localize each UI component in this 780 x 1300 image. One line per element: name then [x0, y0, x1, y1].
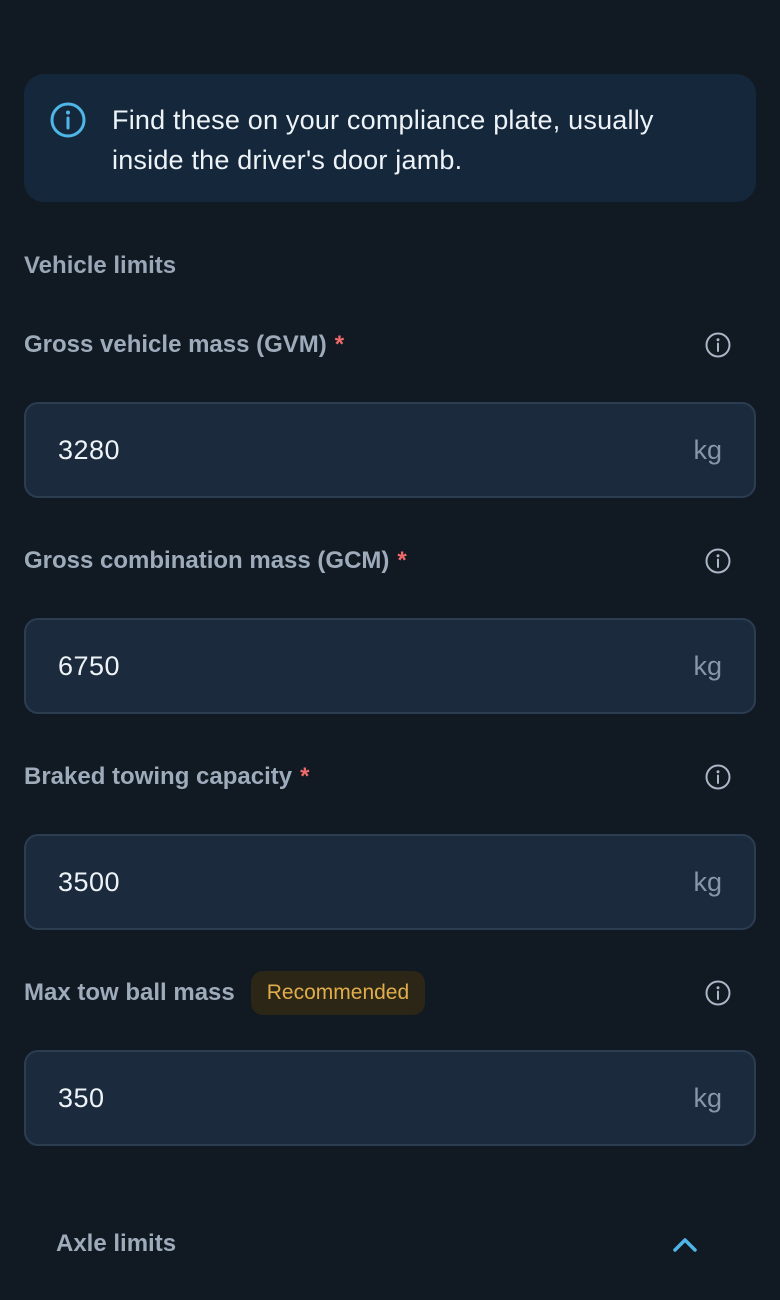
gcm-label: Gross combination mass (GCM)	[24, 547, 390, 574]
gvm-label: Gross vehicle mass (GVM)	[24, 331, 327, 358]
required-marker: *	[300, 763, 310, 790]
axle-limits-toggle[interactable]: Axle limits	[56, 1222, 706, 1266]
axle-limits-label: Axle limits	[56, 1230, 177, 1257]
info-banner: Find these on your compliance plate, usu…	[24, 74, 756, 202]
gvm-label-row: Gross vehicle mass (GVM) *	[24, 325, 732, 365]
required-marker: *	[334, 331, 345, 358]
tow-ball-label: Max tow ball mass	[24, 979, 235, 1006]
section-title: Vehicle limits	[24, 252, 177, 279]
info-icon[interactable]	[704, 547, 732, 575]
banner-text: Find these on your compliance plate, usu…	[112, 105, 654, 175]
info-icon[interactable]	[704, 763, 732, 791]
unit-label: kg	[693, 1082, 722, 1113]
gcm-field[interactable]: kg	[24, 618, 756, 714]
tow-ball-input[interactable]	[58, 1082, 694, 1114]
gcm-label-row: Gross combination mass (GCM) *	[24, 541, 732, 581]
chevron-up-icon[interactable]	[670, 1230, 700, 1260]
vehicle-limits-screen: Find these on your compliance plate, usu…	[0, 0, 780, 1300]
info-icon[interactable]	[704, 331, 732, 359]
unit-label: kg	[693, 866, 722, 897]
braked-towing-input[interactable]	[58, 866, 694, 898]
recommended-badge: Recommended	[250, 971, 426, 1015]
unit-label: kg	[693, 650, 722, 681]
tow-ball-label-row: Max tow ball mass Recommended	[24, 971, 732, 1015]
required-marker: *	[397, 547, 407, 574]
info-icon[interactable]	[704, 979, 732, 1007]
gvm-field[interactable]: kg	[24, 402, 756, 498]
tow-ball-field[interactable]: kg	[24, 1050, 756, 1146]
gcm-input[interactable]	[58, 650, 694, 682]
info-icon	[50, 102, 86, 138]
braked-towing-label: Braked towing capacity	[24, 763, 293, 790]
braked-towing-label-row: Braked towing capacity *	[24, 757, 732, 797]
gvm-input[interactable]	[58, 434, 694, 466]
braked-towing-field[interactable]: kg	[24, 834, 756, 930]
unit-label: kg	[693, 434, 722, 465]
